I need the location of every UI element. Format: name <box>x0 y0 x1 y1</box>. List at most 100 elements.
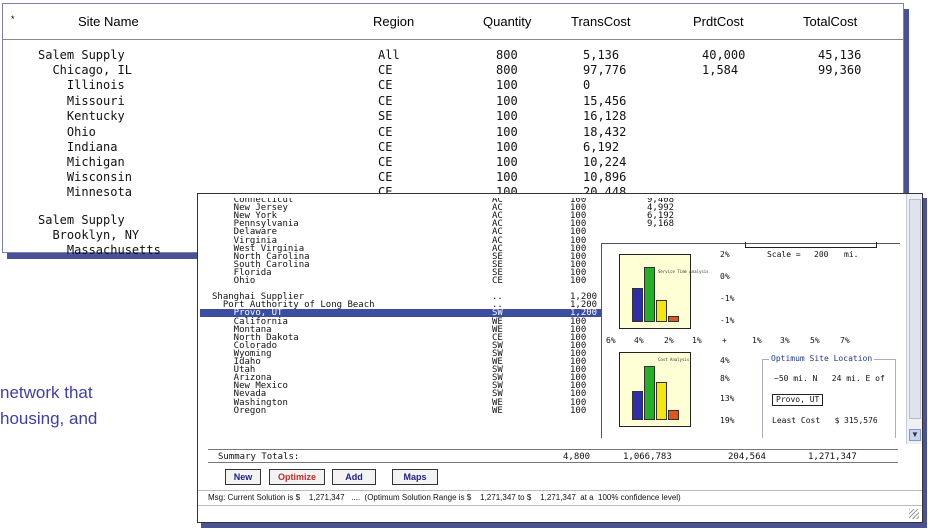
transcost-cell: 6,192 <box>583 140 620 154</box>
quantity-cell: 100 <box>570 276 587 286</box>
quantity-cell: 800 <box>496 63 518 77</box>
col-quantity[interactable]: Quantity <box>483 14 531 29</box>
scroll-thumb[interactable] <box>909 199 921 419</box>
site-name-cell: Indiana <box>38 140 118 154</box>
site-name-cell: Ohio <box>38 125 96 139</box>
cost-pct-1: 4% <box>720 356 730 365</box>
table-row[interactable]: Illinois CE 100 0 <box>3 78 903 92</box>
new-button[interactable]: New <box>225 469 261 485</box>
maps-button[interactable]: Maps <box>392 469 438 485</box>
service-pct-1: 2% <box>720 250 730 259</box>
site-name-cell: Michigan <box>38 155 125 169</box>
site-name-cell: Ohio <box>212 276 256 286</box>
cost-bar <box>668 409 679 420</box>
summary-total: 1,271,347 <box>808 452 857 462</box>
table-row[interactable]: Wisconsin CE 100 10,896 <box>3 170 903 184</box>
quantity-cell: 100 <box>496 109 518 123</box>
quantity-cell: 100 <box>570 405 587 416</box>
cost-analysis-chart: Cost Analysis <box>619 352 691 427</box>
table-row[interactable]: Delaware AC 100 <box>200 228 900 237</box>
transcost-cell: 18,432 <box>583 125 627 139</box>
table-row[interactable]: Pennsylvania AC 100 9,168 <box>200 219 900 230</box>
site-name-cell: Minnesota <box>38 185 132 199</box>
cost-pct-4: 19% <box>720 416 735 425</box>
cost-bar <box>656 381 667 420</box>
site-name-cell: Massachusetts <box>38 243 161 257</box>
col-totalcost[interactable]: TotalCost <box>803 14 857 29</box>
region-cell: All <box>378 48 400 62</box>
quantity-cell: 100 <box>496 170 518 184</box>
table-row[interactable]: New York AC 100 6,192 <box>200 212 900 221</box>
table-row[interactable]: Missouri CE 100 15,456 <box>3 94 903 108</box>
axis-label: 7% <box>840 336 850 345</box>
cost-bar <box>632 390 643 420</box>
transcost-cell: 10,224 <box>583 155 627 169</box>
slide-caption: network that housing, and <box>0 383 98 428</box>
service-pct-4: -1% <box>720 316 735 325</box>
prdtcost-cell: 1,584 <box>702 63 739 77</box>
table-row[interactable]: Salem Supply All 800 5,136 40,000 45,136 <box>3 48 903 62</box>
scale-unit: mi. <box>844 250 859 259</box>
site-name-cell: Oregon <box>212 405 267 416</box>
service-bar <box>668 316 679 322</box>
table-row[interactable]: Ohio CE 100 18,432 <box>3 125 903 139</box>
percent-axis: 6% 4% 2% 1% +1% 3% 5% 7% <box>602 336 900 346</box>
region-cell: CE <box>378 125 393 139</box>
optimize-button[interactable]: Optimize <box>269 469 325 485</box>
col-region[interactable]: Region <box>373 14 414 29</box>
scroll-down-icon[interactable]: ▼ <box>909 429 921 441</box>
detail-list: Connecticut AC 100 9,408 New Jersey AC 100 4,9… <box>200 198 900 438</box>
quantity-cell: 100 <box>496 140 518 154</box>
axis-label: 4% <box>634 336 644 345</box>
site-name-cell: Salem Supply <box>38 213 125 227</box>
cost-bar <box>644 366 655 420</box>
service-bar <box>656 299 667 322</box>
table-row[interactable]: Chicago, IL CE 800 97,776 1,584 99,360 <box>3 63 903 77</box>
analysis-overlay: Service Time Analysis Cost Analysis 2% 0… <box>601 242 900 438</box>
table-header: * Site Name Region Quantity TransCost Pr… <box>3 4 903 40</box>
col-prdtcost[interactable]: PrdtCost <box>693 14 744 29</box>
cost-chart-title: Cost Analysis <box>658 357 690 362</box>
site-name-cell: Chicago, IL <box>38 63 132 77</box>
axis-label: 3% <box>780 336 790 345</box>
service-pct-2: 0% <box>720 272 730 281</box>
region-cell: CE <box>492 276 503 286</box>
table-row[interactable]: New Jersey AC 100 4,992 <box>200 204 900 213</box>
table-row[interactable]: Kentucky SE 100 16,128 <box>3 109 903 123</box>
optimum-site-box: Provo, UT <box>772 394 824 406</box>
table-row[interactable]: Michigan CE 100 10,224 <box>3 155 903 169</box>
region-cell: SE <box>378 109 393 123</box>
cost-pct-2: 8% <box>720 374 730 383</box>
quantity-cell: 100 <box>496 125 518 139</box>
site-name-cell: Salem Supply <box>38 48 125 62</box>
region-cell: WE <box>492 405 503 416</box>
totalcost-cell: 45,136 <box>818 48 862 62</box>
table-row[interactable]: Indiana CE 100 6,192 <box>3 140 903 154</box>
axis-label: 1% <box>692 336 702 345</box>
transcost-cell: 9,168 <box>647 219 675 230</box>
summary-prdt: 204,564 <box>728 452 766 462</box>
table-row[interactable]: Connecticut AC 100 9,408 <box>200 198 900 205</box>
add-button[interactable]: Add <box>332 469 376 485</box>
vertical-scrollbar[interactable]: ▼ <box>906 194 922 444</box>
transcost-cell: 0 <box>583 78 591 92</box>
region-cell: CE <box>378 140 393 154</box>
region-cell: CE <box>378 94 393 108</box>
least-cost-value: 315,576 <box>844 416 878 425</box>
optimum-distance: ~50 mi. N 24 mi. E of <box>774 374 885 383</box>
service-bar <box>632 288 643 322</box>
corner-mark: * <box>11 14 15 24</box>
summary-totals-row: Summary Totals: 4,800 1,066,783 204,564 … <box>208 449 898 463</box>
least-cost-label: Least Cost $ <box>772 416 840 425</box>
quantity-cell: 100 <box>496 94 518 108</box>
totalcost-cell: 99,360 <box>818 63 862 77</box>
region-cell: CE <box>378 170 393 184</box>
region-cell: CE <box>378 63 393 77</box>
col-site-name[interactable]: Site Name <box>78 14 139 29</box>
scale-bar <box>745 242 877 248</box>
service-time-chart: Service Time Analysis <box>619 254 709 329</box>
col-transcost[interactable]: TransCost <box>571 14 630 29</box>
transcost-cell: 15,456 <box>583 94 627 108</box>
region-cell: CE <box>378 78 393 92</box>
resize-grip-icon[interactable] <box>909 509 919 519</box>
